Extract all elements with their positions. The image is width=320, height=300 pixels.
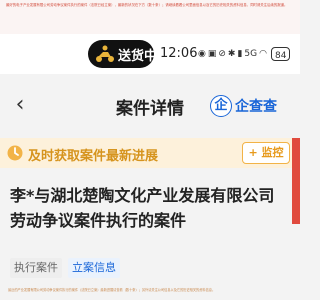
top-notice-text: 最好的电子产业发展有限公司劳动争议案件执行的案件（法院已经立案），最新的状况在下… xyxy=(0,0,300,34)
case-tags: 执行案件 立案信息 xyxy=(10,258,120,278)
brand-logo-link[interactable]: 企 企查查 xyxy=(210,95,277,117)
monitor-button[interactable]: + 监控 xyxy=(242,142,290,164)
nfc-icon: ▣ xyxy=(207,49,217,59)
signal-icon: ▮ xyxy=(237,49,243,59)
bottom-notice-text: 最近的产业发展有限公司劳动争议案件执行的案件（法院已立案）最新进展请查看（数十条… xyxy=(8,288,216,292)
nav-bar: ‹ 案件详情 企 企查查 xyxy=(0,88,300,124)
status-bar: 送货中 12:06 ◉ ▣ ⊘ ✱ ▮ 5G ◠ 84 xyxy=(0,34,300,74)
delivery-status-pill[interactable]: 送货中 xyxy=(88,40,158,68)
delivery-rider-icon xyxy=(94,44,116,64)
clock-icon xyxy=(6,144,24,162)
progress-banner-text: 及时获取案件最新进展 xyxy=(28,149,159,164)
status-time: 12:06 xyxy=(160,46,198,61)
mute-icon: ⊘ xyxy=(218,49,226,59)
brand-name: 企查查 xyxy=(235,99,277,115)
side-float-tab[interactable] xyxy=(292,138,300,224)
status-icons: ◉ ▣ ⊘ ✱ ▮ 5G ◠ 84 xyxy=(198,46,291,62)
brand-logo-icon: 企 xyxy=(210,95,232,117)
delivery-status-label: 送货中 xyxy=(118,48,158,64)
tag-execution-case[interactable]: 执行案件 xyxy=(10,258,62,278)
back-button[interactable]: ‹ xyxy=(8,94,32,118)
bluetooth-icon: ✱ xyxy=(227,49,236,59)
signal-label: 5G xyxy=(244,49,258,59)
case-title: 李*与湖北楚陶文化产业发展有限公司劳动争议案件执行的案件 xyxy=(10,186,275,230)
eye-icon: ◉ xyxy=(198,49,206,59)
wifi-icon: ◠ xyxy=(259,49,267,59)
progress-banner[interactable]: 及时获取案件最新进展 + 监控 xyxy=(0,138,292,168)
tag-filing-info[interactable]: 立案信息 xyxy=(68,258,120,278)
battery-level: 84 xyxy=(270,47,291,61)
page-title: 案件详情 xyxy=(116,99,184,119)
